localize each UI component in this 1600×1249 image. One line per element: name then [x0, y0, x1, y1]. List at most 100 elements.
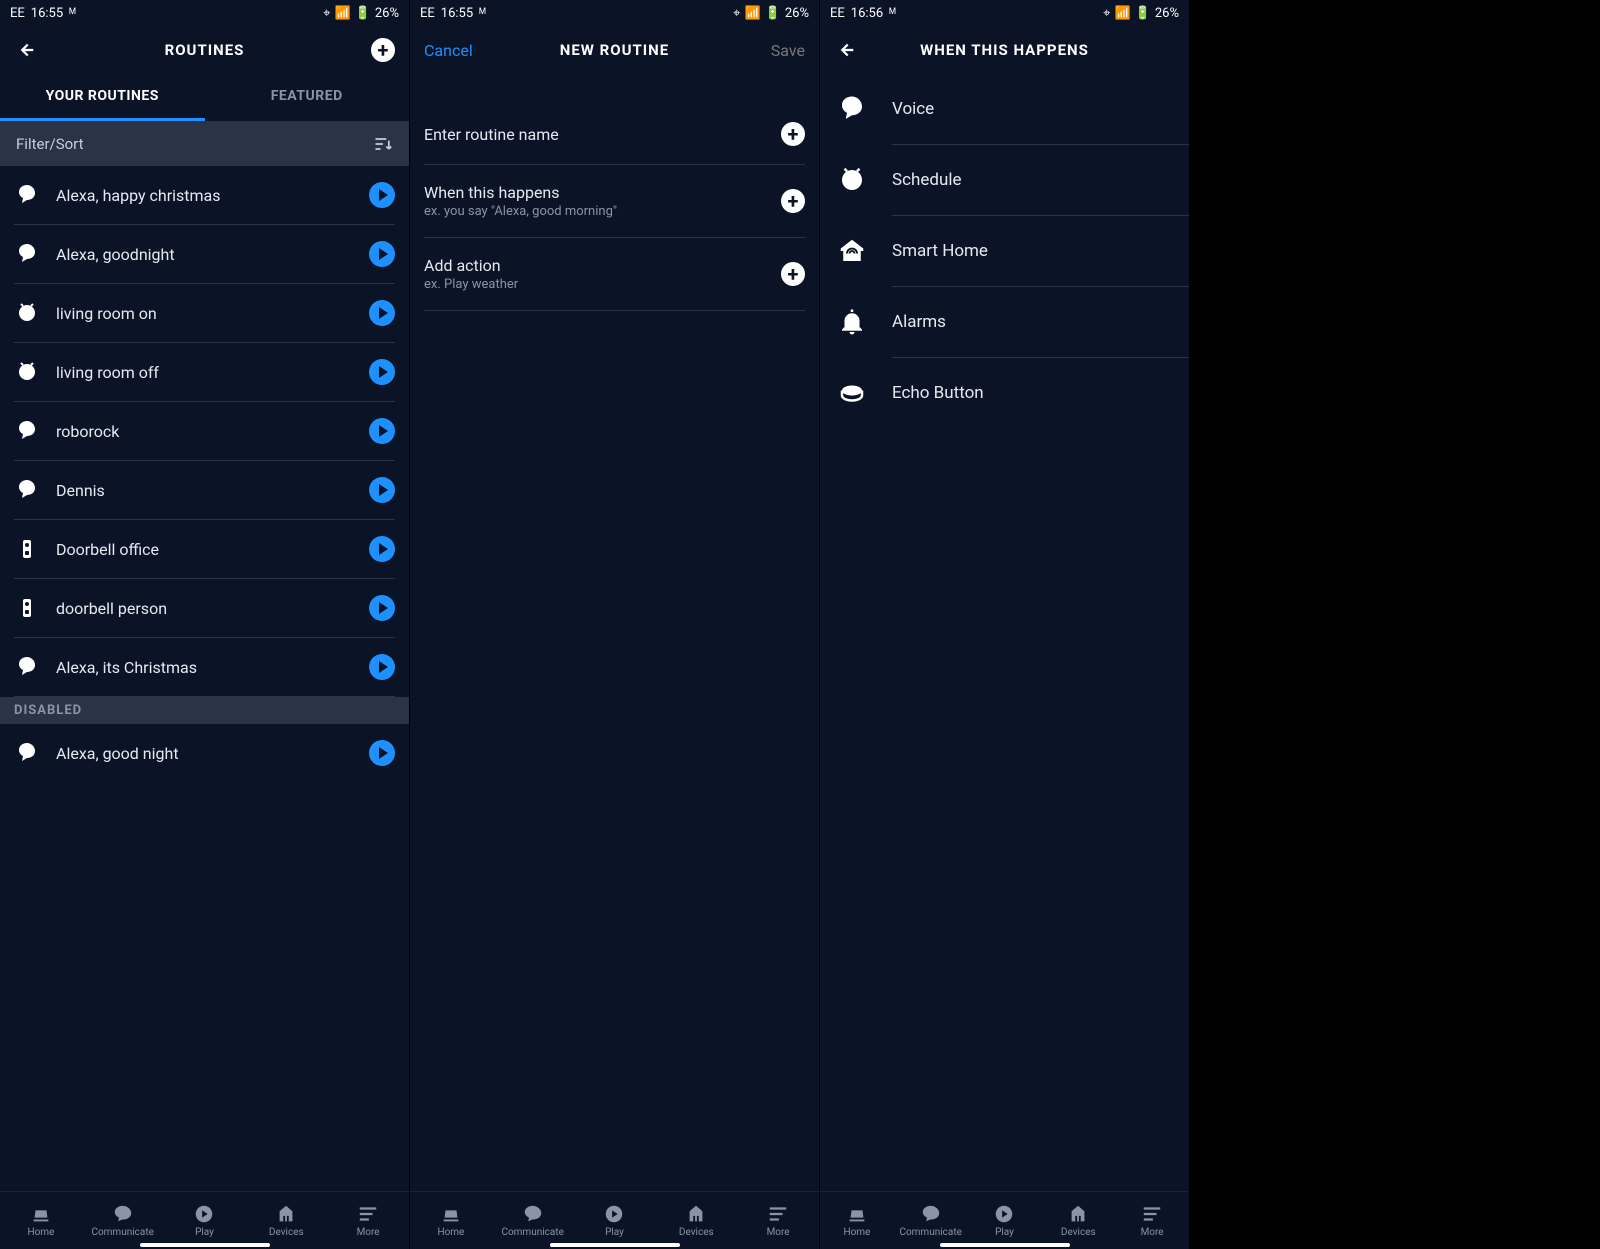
nav-devices[interactable]: Devices: [655, 1192, 737, 1249]
devices-icon: [685, 1203, 707, 1225]
option-title: Add action: [424, 256, 767, 275]
add-routine-button[interactable]: +: [371, 38, 395, 62]
trigger-label: Alarms: [892, 312, 946, 332]
play-icon: [603, 1203, 625, 1225]
play-button[interactable]: [369, 595, 395, 621]
routine-row[interactable]: Dennis: [0, 461, 409, 519]
new-routine-option[interactable]: Add action ex. Play weather +: [410, 238, 819, 310]
trigger-voice[interactable]: Voice: [820, 74, 1189, 144]
add-button[interactable]: +: [781, 122, 805, 146]
routine-label: Alexa, goodnight: [56, 245, 353, 264]
back-button[interactable]: [14, 39, 36, 61]
nav-home[interactable]: Home: [0, 1192, 82, 1249]
play-button[interactable]: [369, 359, 395, 385]
play-button[interactable]: [369, 418, 395, 444]
trigger-label: Smart Home: [892, 241, 988, 261]
location-icon: ⌖: [323, 6, 330, 21]
nav-play[interactable]: Play: [164, 1192, 246, 1249]
routine-row[interactable]: Alexa, good night: [0, 724, 409, 782]
devices-icon: [1067, 1203, 1089, 1225]
status-time: 16:55: [31, 6, 63, 21]
home-icon: [30, 1203, 52, 1225]
play-button[interactable]: [369, 740, 395, 766]
more-icon: [357, 1203, 379, 1225]
nav-play[interactable]: Play: [968, 1192, 1042, 1249]
nav-label: Home: [27, 1227, 54, 1238]
more-icon: [767, 1203, 789, 1225]
routine-row[interactable]: Doorbell office: [0, 520, 409, 578]
play-button[interactable]: [369, 182, 395, 208]
add-button[interactable]: +: [781, 189, 805, 213]
trigger-smart-home[interactable]: Smart Home: [820, 216, 1189, 286]
nav-devices[interactable]: Devices: [1041, 1192, 1115, 1249]
location-icon: ⌖: [1103, 6, 1110, 21]
voice-icon: [834, 94, 870, 124]
status-right: ⌖ 📶 🔋 26%: [1103, 6, 1179, 21]
nav-communicate[interactable]: Communicate: [492, 1192, 574, 1249]
nav-indicator: [140, 1243, 270, 1247]
nav-home[interactable]: Home: [410, 1192, 492, 1249]
nav-label: Play: [995, 1227, 1014, 1238]
tab-your-routines[interactable]: YOUR ROUTINES: [0, 74, 205, 121]
trigger-alarms[interactable]: Alarms: [820, 287, 1189, 357]
gmail-icon: ᴹ: [479, 5, 486, 21]
echobutton-icon: [834, 378, 870, 408]
tab-featured[interactable]: FEATURED: [205, 74, 410, 121]
nav-label: Communicate: [899, 1227, 961, 1238]
routine-row[interactable]: Alexa, its Christmas: [0, 638, 409, 696]
routine-label: Doorbell office: [56, 540, 353, 559]
nav-play[interactable]: Play: [574, 1192, 656, 1249]
routine-row[interactable]: living room on: [0, 284, 409, 342]
nav-communicate[interactable]: Communicate: [82, 1192, 164, 1249]
trigger-schedule[interactable]: Schedule: [820, 145, 1189, 215]
nav-more[interactable]: More: [327, 1192, 409, 1249]
more-icon: [1141, 1203, 1163, 1225]
play-button[interactable]: [369, 241, 395, 267]
play-button[interactable]: [369, 477, 395, 503]
alarm-icon: [834, 307, 870, 337]
nav-more[interactable]: More: [737, 1192, 819, 1249]
location-icon: ⌖: [733, 6, 740, 21]
communicate-icon: [112, 1203, 134, 1225]
add-button[interactable]: +: [781, 262, 805, 286]
nav-label: More: [357, 1227, 380, 1238]
page-title: NEW ROUTINE: [484, 41, 745, 59]
nav-more[interactable]: More: [1115, 1192, 1189, 1249]
nav-label: Devices: [269, 1227, 304, 1238]
routine-row[interactable]: living room off: [0, 343, 409, 401]
play-button[interactable]: [369, 300, 395, 326]
cancel-button[interactable]: Cancel: [424, 41, 473, 60]
routine-label: Alexa, its Christmas: [56, 658, 353, 677]
communicate-icon: [522, 1203, 544, 1225]
bottom-nav: Home Communicate Play Devices More: [410, 1191, 819, 1249]
play-button[interactable]: [369, 654, 395, 680]
nav-communicate[interactable]: Communicate: [894, 1192, 968, 1249]
option-title: Enter routine name: [424, 125, 767, 144]
voice-icon: [14, 418, 40, 444]
back-button[interactable]: [834, 39, 856, 61]
save-button[interactable]: Save: [771, 41, 805, 60]
header: ROUTINES +: [0, 26, 409, 74]
new-routine-option[interactable]: When this happens ex. you say "Alexa, go…: [410, 165, 819, 237]
status-right: ⌖ 📶 🔋 26%: [323, 6, 399, 21]
nav-label: Communicate: [501, 1227, 563, 1238]
routine-row[interactable]: Alexa, goodnight: [0, 225, 409, 283]
play-button[interactable]: [369, 536, 395, 562]
trigger-echo-button[interactable]: Echo Button: [820, 358, 1189, 428]
nav-label: Play: [605, 1227, 624, 1238]
nav-devices[interactable]: Devices: [245, 1192, 327, 1249]
routine-row[interactable]: Alexa, happy christmas: [0, 166, 409, 224]
option-title: When this happens: [424, 183, 767, 202]
routines-list[interactable]: Alexa, happy christmas Alexa, goodnight …: [0, 166, 409, 1191]
voice-icon: [14, 477, 40, 503]
nav-label: Devices: [1061, 1227, 1096, 1238]
new-routine-option[interactable]: Enter routine name +: [410, 104, 819, 164]
schedule-icon: [14, 300, 40, 326]
routine-row[interactable]: doorbell person: [0, 579, 409, 637]
play-icon: [993, 1203, 1015, 1225]
carrier: EE: [420, 6, 435, 21]
nav-home[interactable]: Home: [820, 1192, 894, 1249]
routine-row[interactable]: roborock: [0, 402, 409, 460]
status-right: ⌖ 📶 🔋 26%: [733, 6, 809, 21]
filter-sort-button[interactable]: Filter/Sort: [0, 122, 409, 166]
